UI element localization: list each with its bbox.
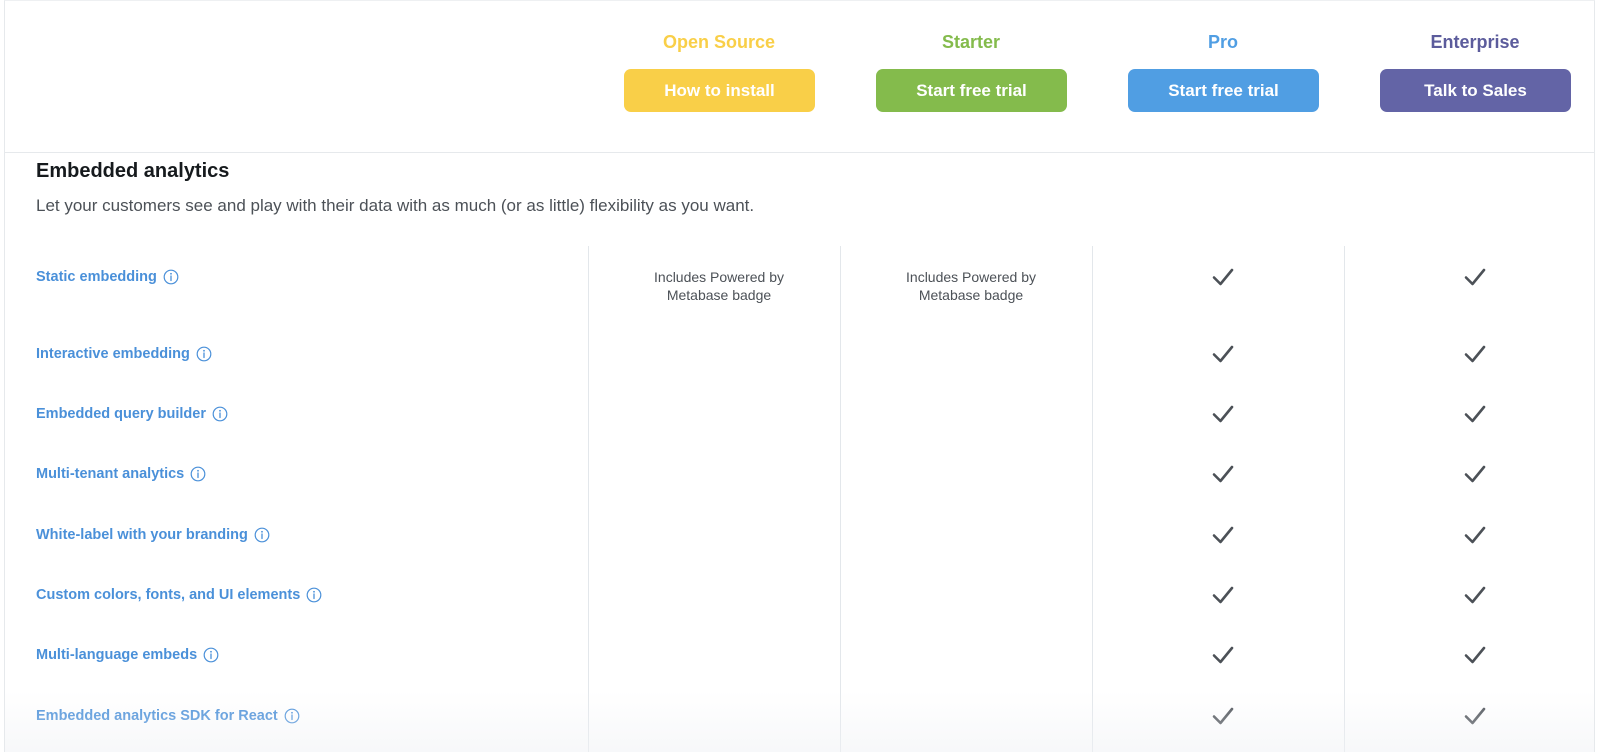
cell-starter: Includes Powered by Metabase badge (845, 267, 1097, 304)
check-icon (1464, 525, 1486, 545)
feature-label: Static embedding (36, 269, 157, 285)
plan-name-enterprise: Enterprise (1430, 32, 1520, 52)
check-icon (1212, 645, 1234, 665)
column-divider (1344, 246, 1345, 752)
column-divider (588, 246, 589, 752)
feature-link[interactable]: Static embedding (36, 267, 179, 287)
column-divider (840, 246, 841, 752)
check-icon (1212, 267, 1234, 287)
check-icon (1464, 344, 1486, 364)
check-icon (1464, 645, 1486, 665)
plan-name-starter: Starter (941, 32, 1001, 52)
info-circle-icon[interactable] (254, 527, 270, 543)
cell-enterprise (1349, 344, 1594, 369)
check-icon (1212, 344, 1234, 364)
feature-link[interactable]: Multi-language embeds (36, 645, 219, 665)
feature-link[interactable]: Embedded query builder (36, 404, 228, 424)
cell-pro (1097, 706, 1349, 731)
check-icon (1464, 585, 1486, 605)
feature-link[interactable]: Interactive embedding (36, 344, 212, 364)
section-title: Embedded analytics (36, 160, 230, 182)
starter-start-free-trial-button[interactable]: Start free trial (876, 69, 1067, 112)
feature-label: Multi-language embeds (36, 647, 198, 663)
check-icon (1212, 585, 1234, 605)
feature-link[interactable]: Custom colors, fonts, and UI elements (36, 585, 322, 605)
cell-enterprise (1349, 464, 1594, 489)
cell-enterprise (1349, 404, 1594, 429)
plan-name-pro: Pro (1207, 32, 1238, 52)
check-icon (1464, 404, 1486, 424)
feature-link[interactable]: Multi-tenant analytics (36, 464, 206, 484)
cell-pro (1097, 404, 1349, 429)
cell-enterprise (1349, 585, 1594, 610)
plan-name-open-source: Open Source (662, 32, 776, 52)
info-circle-icon[interactable] (306, 587, 322, 603)
check-icon (1464, 706, 1486, 726)
feature-label: Embedded analytics SDK for React (36, 708, 278, 724)
cell-enterprise (1349, 706, 1594, 731)
info-circle-icon[interactable] (203, 647, 219, 663)
feature-link[interactable]: Embedded analytics SDK for React (36, 706, 300, 726)
check-icon (1212, 404, 1234, 424)
cell-pro (1097, 525, 1349, 550)
column-divider (1092, 246, 1093, 752)
info-circle-icon[interactable] (212, 406, 228, 422)
feature-label: Multi-tenant analytics (36, 466, 185, 482)
cell-pro (1097, 344, 1349, 369)
feature-label: White-label with your branding (36, 527, 248, 543)
cell-pro (1097, 645, 1349, 670)
pricing-comparison: Open Source How to install Starter Start… (4, 0, 1595, 752)
info-circle-icon[interactable] (163, 269, 179, 285)
pro-start-free-trial-button[interactable]: Start free trial (1128, 69, 1319, 112)
cell-pro (1097, 267, 1349, 292)
talk-to-sales-button[interactable]: Talk to Sales (1380, 69, 1571, 112)
cell-enterprise (1349, 645, 1594, 670)
feature-label: Interactive embedding (36, 346, 190, 362)
info-circle-icon[interactable] (190, 466, 206, 482)
section-description: Let your customers see and play with the… (36, 196, 755, 215)
check-icon (1212, 706, 1234, 726)
check-icon (1464, 464, 1486, 484)
feature-label: Embedded query builder (36, 406, 206, 422)
cell-enterprise (1349, 267, 1594, 292)
info-circle-icon[interactable] (284, 708, 300, 724)
how-to-install-button[interactable]: How to install (624, 69, 815, 112)
cell-enterprise (1349, 525, 1594, 550)
cell-note: Includes Powered by Metabase badge (906, 269, 1036, 303)
cell-pro (1097, 585, 1349, 610)
cell-note: Includes Powered by Metabase badge (654, 269, 784, 303)
check-icon (1212, 525, 1234, 545)
plans-header: Open Source How to install Starter Start… (5, 1, 1594, 153)
check-icon (1464, 267, 1486, 287)
cell-open-source: Includes Powered by Metabase badge (593, 267, 845, 304)
feature-label: Custom colors, fonts, and UI elements (36, 587, 301, 603)
info-circle-icon[interactable] (196, 346, 212, 362)
check-icon (1212, 464, 1234, 484)
feature-link[interactable]: White-label with your branding (36, 525, 270, 545)
cell-pro (1097, 464, 1349, 489)
